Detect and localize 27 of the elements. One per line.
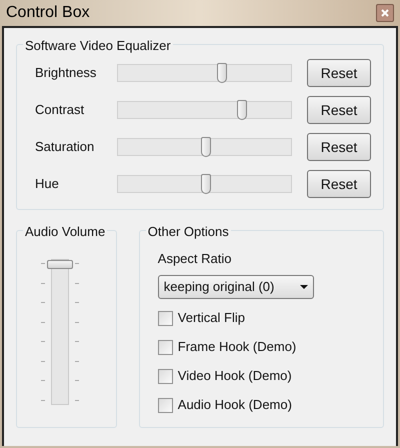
- slider-thumb[interactable]: [200, 174, 210, 194]
- checkbox[interactable]: [158, 310, 173, 326]
- window-title: Control Box: [6, 3, 90, 23]
- slider-label: Brightness: [35, 64, 98, 82]
- reset-button[interactable]: Reset: [307, 59, 371, 87]
- checkbox-label[interactable]: Frame Hook (Demo): [178, 337, 296, 357]
- checkbox-label[interactable]: Video Hook (Demo): [178, 366, 292, 386]
- slider-thumb[interactable]: [236, 100, 247, 120]
- checkbox[interactable]: [158, 398, 173, 412]
- checkbox-label[interactable]: Vertical Flip: [178, 308, 245, 328]
- slider-thumb[interactable]: [217, 63, 227, 83]
- slider-label: Saturation: [35, 138, 96, 156]
- reset-button[interactable]: Reset: [307, 96, 371, 124]
- reset-button[interactable]: Reset: [307, 133, 371, 161]
- close-button[interactable]: [376, 4, 394, 22]
- checkbox-label[interactable]: Audio Hook (Demo): [178, 395, 292, 415]
- aspect-ratio-label: Aspect Ratio: [158, 250, 232, 268]
- slider-label: Hue: [35, 175, 60, 194]
- reset-button[interactable]: Reset: [307, 170, 371, 198]
- checkbox[interactable]: [158, 340, 173, 354]
- slider-label: Contrast: [35, 101, 86, 120]
- close-icon: [381, 9, 389, 17]
- dropdown-caret-icon: [300, 284, 308, 288]
- aspect-ratio-dropdown[interactable]: keeping original (0): [158, 274, 314, 298]
- slider-thumb[interactable]: [200, 137, 210, 157]
- checkbox[interactable]: [158, 368, 173, 384]
- volume-slider-thumb[interactable]: [47, 260, 73, 269]
